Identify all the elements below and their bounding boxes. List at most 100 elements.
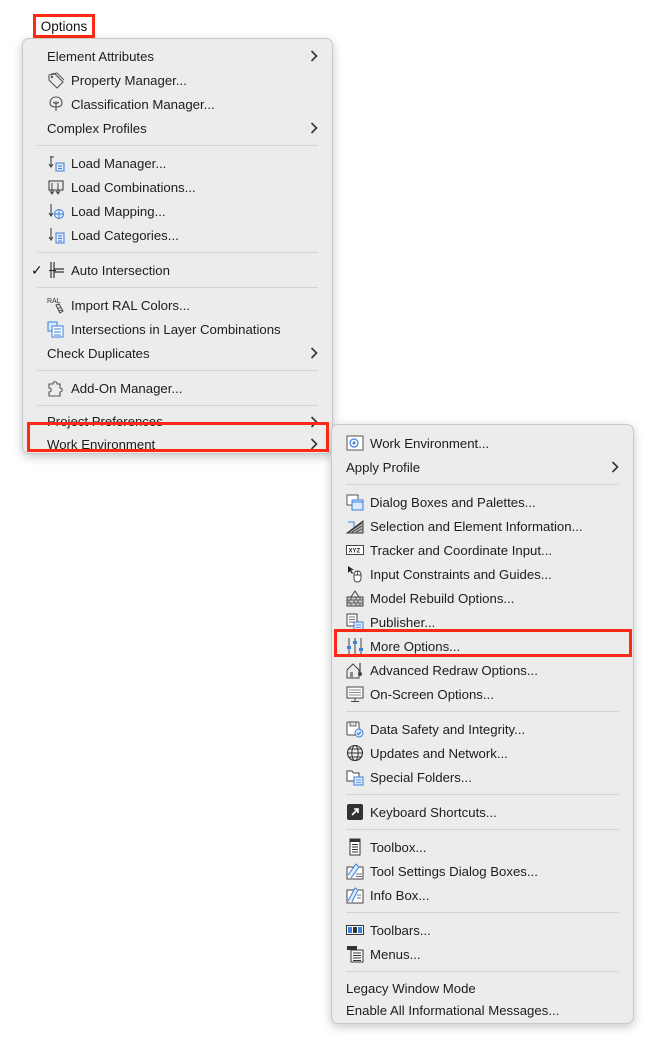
selection-icon [346, 517, 364, 535]
menu-item-check-duplicates[interactable]: Check Duplicates [23, 341, 332, 365]
menu-item-auto-intersection[interactable]: ✓ Auto Intersection [23, 258, 332, 282]
menu-item-model-rebuild-options[interactable]: Model Rebuild Options... [332, 586, 633, 610]
menu-item-add-on-manager[interactable]: Add-On Manager... [23, 376, 332, 400]
layer-intersections-icon [47, 320, 65, 338]
menu-separator [37, 287, 318, 288]
chevron-right-icon [611, 461, 619, 473]
menu-item-label: Import RAL Colors... [71, 297, 190, 313]
menu-item-label: Data Safety and Integrity... [370, 721, 526, 737]
menu-item-label: Project Preferences [47, 414, 163, 429]
menu-item-more-options[interactable]: More Options... [332, 634, 633, 658]
menu-item-label: Check Duplicates [47, 345, 150, 361]
menu-item-toolbars[interactable]: Toolbars... [332, 918, 633, 942]
info-box-icon [346, 886, 364, 904]
mouse-cursor-icon [346, 565, 364, 583]
menu-separator [37, 252, 318, 253]
menu-item-label: Element Attributes [47, 48, 155, 64]
menu-item-label: Menus... [370, 946, 421, 962]
menu-item-keyboard-shortcuts[interactable]: Keyboard Shortcuts... [332, 800, 633, 824]
menu-item-on-screen-options[interactable]: On-Screen Options... [332, 682, 633, 706]
menu-item-dialog-boxes-palettes[interactable]: Dialog Boxes and Palettes... [332, 490, 633, 514]
menu-item-load-mapping[interactable]: Load Mapping... [23, 199, 332, 223]
ral-colors-icon: RAL [47, 296, 65, 314]
puzzle-piece-icon [47, 379, 65, 397]
menu-item-property-manager[interactable]: Property Manager... [23, 68, 332, 92]
menu-item-apply-profile[interactable]: Apply Profile [332, 455, 633, 479]
chevron-right-icon [310, 50, 318, 62]
menu-item-load-combinations[interactable]: Load Combinations... [23, 175, 332, 199]
model-rebuild-icon [346, 589, 364, 607]
menu-item-label: Enable All Informational Messages... [346, 1002, 560, 1018]
dialog-boxes-icon [346, 493, 364, 511]
sliders-icon [346, 637, 364, 655]
menu-item-menus[interactable]: Menus... [332, 942, 633, 966]
menu-item-label: Work Environment... [370, 435, 490, 451]
menu-separator [346, 794, 619, 795]
options-menu-title[interactable]: Options [33, 14, 95, 38]
menu-item-publisher[interactable]: Publisher... [332, 610, 633, 634]
keyboard-shortcut-icon [346, 803, 364, 821]
menu-item-selection-element-info[interactable]: Selection and Element Information... [332, 514, 633, 538]
options-menu: Element Attributes Property Manager... C… [22, 38, 333, 454]
menu-item-updates-network[interactable]: Updates and Network... [332, 741, 633, 765]
menu-item-label: Auto Intersection [71, 262, 170, 278]
menu-item-label: More Options... [370, 638, 461, 654]
menu-item-load-categories[interactable]: Load Categories... [23, 223, 332, 247]
menu-item-legacy-window-mode[interactable]: Legacy Window Mode [332, 977, 633, 999]
menu-separator [37, 405, 318, 406]
menu-item-tracker-coordinate-input[interactable]: XYZ Tracker and Coordinate Input... [332, 538, 633, 562]
toolbar-icon [346, 921, 364, 939]
menu-item-label: Apply Profile [346, 459, 421, 475]
menu-item-label: Tool Settings Dialog Boxes... [370, 863, 538, 879]
menu-item-label: Intersections in Layer Combinations [71, 321, 281, 337]
load-combinations-icon [47, 178, 65, 196]
menu-item-label: Legacy Window Mode [346, 980, 476, 996]
chevron-right-icon [310, 416, 318, 428]
menu-item-label: Load Combinations... [71, 179, 196, 195]
menu-item-work-environment[interactable]: Work Environment [23, 432, 332, 456]
menu-separator [346, 829, 619, 830]
checkmark-icon: ✓ [31, 262, 43, 278]
menu-item-enable-informational-messages[interactable]: Enable All Informational Messages... [332, 999, 633, 1021]
chevron-right-icon [310, 122, 318, 134]
menu-item-complex-profiles[interactable]: Complex Profiles [23, 116, 332, 140]
menu-item-label: Input Constraints and Guides... [370, 566, 552, 582]
menu-item-toolbox[interactable]: Toolbox... [332, 835, 633, 859]
menu-item-element-attributes[interactable]: Element Attributes [23, 44, 332, 68]
menu-item-tool-settings-dialog-boxes[interactable]: Tool Settings Dialog Boxes... [332, 859, 633, 883]
menu-item-info-box[interactable]: Info Box... [332, 883, 633, 907]
menu-item-work-environment-dialog[interactable]: Work Environment... [332, 431, 633, 455]
menu-item-label: Add-On Manager... [71, 380, 183, 396]
menu-item-label: Classification Manager... [71, 96, 215, 112]
menu-item-label: Special Folders... [370, 769, 472, 785]
menu-item-classification-manager[interactable]: Classification Manager... [23, 92, 332, 116]
tool-settings-icon [346, 862, 364, 880]
menu-separator [346, 484, 619, 485]
menus-icon [346, 945, 364, 963]
load-categories-icon [47, 226, 65, 244]
monitor-icon [346, 685, 364, 703]
classification-tree-icon [47, 95, 65, 113]
menu-item-intersections-layer-combinations[interactable]: Intersections in Layer Combinations [23, 317, 332, 341]
menu-item-label: Dialog Boxes and Palettes... [370, 494, 536, 510]
menu-separator [37, 370, 318, 371]
menu-item-label: Complex Profiles [47, 120, 147, 136]
menu-item-label: Selection and Element Information... [370, 518, 583, 534]
menu-item-project-preferences[interactable]: Project Preferences [23, 411, 332, 432]
menu-item-import-ral-colors[interactable]: RAL Import RAL Colors... [23, 293, 332, 317]
tag-icon [47, 71, 65, 89]
menu-item-label: Toolbox... [370, 839, 427, 855]
xyz-icon-text: XYZ [349, 549, 361, 555]
menu-item-load-manager[interactable]: Load Manager... [23, 151, 332, 175]
chevron-right-icon [310, 347, 318, 359]
toolbox-icon [346, 838, 364, 856]
menu-item-label: Updates and Network... [370, 745, 508, 761]
menu-item-label: Model Rebuild Options... [370, 590, 515, 606]
menu-item-data-safety-integrity[interactable]: Data Safety and Integrity... [332, 717, 633, 741]
data-safety-icon [346, 720, 364, 738]
menu-item-input-constraints-guides[interactable]: Input Constraints and Guides... [332, 562, 633, 586]
menu-item-special-folders[interactable]: Special Folders... [332, 765, 633, 789]
menu-item-label: Work Environment [47, 436, 156, 452]
menu-item-advanced-redraw-options[interactable]: Advanced Redraw Options... [332, 658, 633, 682]
house-gauge-icon [346, 661, 364, 679]
